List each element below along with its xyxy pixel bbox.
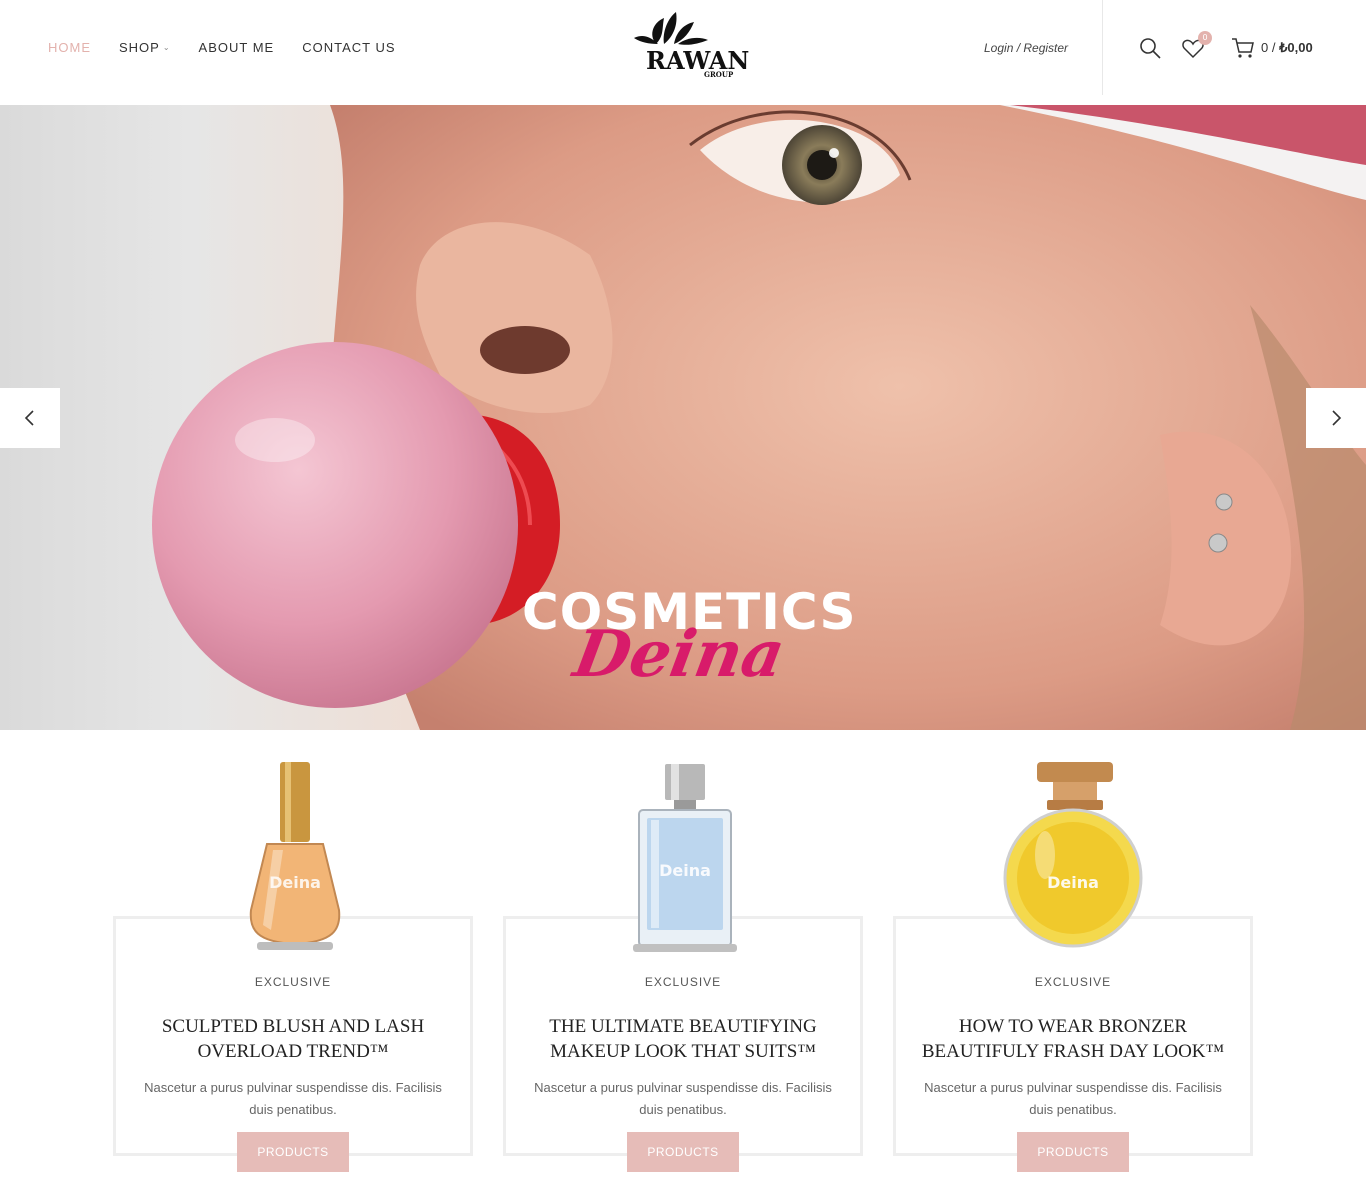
site-header: HOME SHOP ⌄ ABOUT ME CONTACT US RAWAN GRO…	[0, 0, 1366, 105]
nav-about[interactable]: ABOUT ME	[199, 40, 275, 55]
nav-shop-label: SHOP	[119, 40, 160, 55]
card-title[interactable]: SCULPTED BLUSH AND LASH OVERLOAD TREND™	[136, 1014, 450, 1064]
bottle-label: Deina	[269, 873, 321, 892]
card-description: Nascetur a purus pulvinar suspendisse di…	[144, 1080, 442, 1117]
nav-shop[interactable]: SHOP ⌄	[119, 40, 171, 55]
cart-icon[interactable]	[1231, 36, 1255, 60]
search-icon[interactable]	[1138, 36, 1162, 60]
perfume-bottle-image-3: Deina	[1003, 762, 1143, 948]
bottle-label: Deina	[659, 861, 711, 880]
card-title[interactable]: HOW TO WEAR BRONZER BEAUTIFULY FRASH DAY…	[916, 1014, 1230, 1064]
cart-separator: /	[1271, 40, 1276, 55]
cart-total: ₺0,00	[1279, 40, 1313, 55]
cart-count: 0	[1261, 40, 1269, 55]
slider-next-button[interactable]	[1306, 388, 1366, 448]
chevron-left-icon	[24, 410, 34, 426]
hero-slider: COSMETICS Deina	[0, 105, 1366, 730]
lotus-icon	[634, 12, 708, 45]
wishlist-count-badge: 0	[1198, 31, 1212, 45]
cart-summary[interactable]: 0 / ₺0,00	[1261, 40, 1313, 56]
perfume-bottle-image-1: Deina	[249, 762, 341, 950]
perfume-bottle-image-2: Deina	[633, 764, 737, 952]
hero-script-title: Deina	[568, 617, 791, 692]
card-description: Nascetur a purus pulvinar suspendisse di…	[534, 1080, 832, 1117]
products-button[interactable]: PRODUCTS	[237, 1132, 349, 1172]
site-logo[interactable]: RAWAN GROUP	[628, 8, 749, 82]
products-button[interactable]: PRODUCTS	[1017, 1132, 1129, 1172]
header-divider	[1102, 0, 1103, 95]
nav-contact[interactable]: CONTACT US	[302, 40, 395, 55]
card-category: EXCLUSIVE	[254, 975, 332, 989]
nav-home[interactable]: HOME	[48, 40, 91, 55]
slider-prev-button[interactable]	[0, 388, 60, 448]
card-description: Nascetur a purus pulvinar suspendisse di…	[924, 1080, 1222, 1117]
card-category: EXCLUSIVE	[644, 975, 722, 989]
products-button[interactable]: PRODUCTS	[627, 1132, 739, 1172]
main-nav: HOME SHOP ⌄ ABOUT ME CONTACT US	[48, 40, 424, 55]
bottle-label: Deina	[1047, 873, 1099, 892]
card-category: EXCLUSIVE	[1034, 975, 1112, 989]
logo-subtitle: GROUP	[704, 70, 734, 79]
login-register-link[interactable]: Login / Register	[984, 41, 1068, 55]
chevron-right-icon	[1332, 410, 1342, 426]
card-title[interactable]: THE ULTIMATE BEAUTIFYING MAKEUP LOOK THA…	[526, 1014, 840, 1064]
chevron-down-icon: ⌄	[162, 43, 171, 52]
logo-wordmark: RAWAN	[646, 46, 750, 75]
